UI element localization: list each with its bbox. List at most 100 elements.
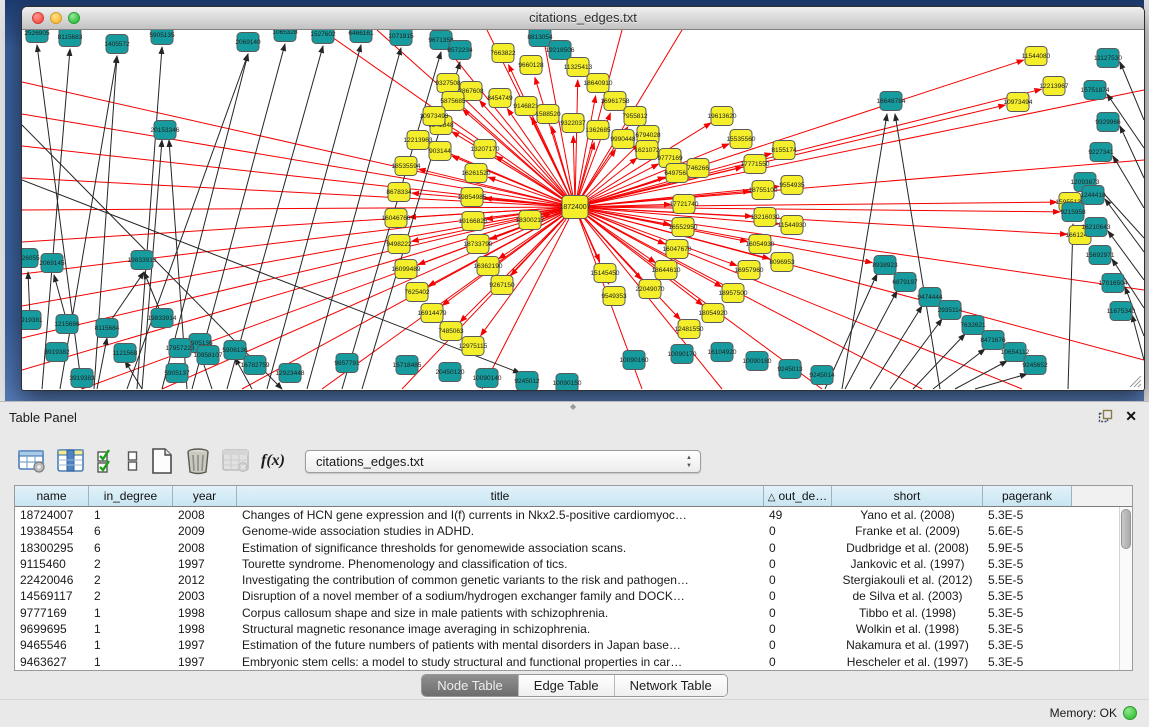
cell-pagerank[interactable]: 5.3E-5: [983, 605, 1072, 621]
graph-node[interactable]: 7485063: [438, 322, 464, 341]
graph-node[interactable]: 16054930: [746, 235, 775, 254]
table-row[interactable]: 1872400712008Changes of HCN gene express…: [15, 507, 1132, 523]
graph-node[interactable]: 18054920: [699, 304, 728, 323]
graph-node[interactable]: 1065328: [272, 30, 298, 42]
graph-node[interactable]: 18724007: [559, 196, 590, 219]
cell-title[interactable]: Embryonic stem cells: a model to study s…: [237, 654, 764, 670]
graph-node[interactable]: 1215686: [54, 315, 80, 334]
cell-in_degree[interactable]: 2: [89, 572, 173, 588]
cell-title[interactable]: Estimation of significance thresholds fo…: [237, 540, 764, 556]
cell-out_de[interactable]: 0: [764, 523, 832, 539]
graph-node[interactable]: 19613620: [708, 107, 737, 126]
tab-network-table[interactable]: Network Table: [614, 675, 727, 696]
graph-node[interactable]: 18733790: [464, 235, 493, 254]
cell-year[interactable]: 1998: [173, 621, 237, 637]
cell-pagerank[interactable]: 5.3E-5: [983, 621, 1072, 637]
cell-out_de[interactable]: 0: [764, 572, 832, 588]
graph-node[interactable]: 10090150: [553, 374, 582, 391]
graph-node[interactable]: 3919383: [69, 369, 95, 388]
cell-name[interactable]: 9777169: [15, 605, 89, 621]
table-row[interactable]: 2242004622012Investigating the contribut…: [15, 572, 1132, 588]
graph-node[interactable]: 16047670: [663, 240, 692, 259]
cell-name[interactable]: 9465546: [15, 637, 89, 653]
cell-pagerank[interactable]: 5.9E-5: [983, 540, 1072, 556]
graph-node[interactable]: 15692971: [1086, 246, 1115, 265]
graph-node[interactable]: 12213967: [1040, 77, 1069, 96]
graph-node[interactable]: 2526905: [24, 30, 50, 43]
graph-node[interactable]: 16046766: [382, 209, 411, 228]
graph-node[interactable]: 9329966: [1095, 113, 1121, 132]
graph-node[interactable]: 11544930: [778, 216, 807, 235]
graph-node[interactable]: 9245652: [1022, 356, 1048, 375]
graph-node[interactable]: 5906136: [222, 341, 248, 360]
graph-node[interactable]: 18644610: [652, 261, 681, 280]
graph-node[interactable]: 22049070: [636, 280, 665, 299]
graph-node[interactable]: 5905137: [164, 364, 190, 383]
cell-in_degree[interactable]: 1: [89, 507, 173, 523]
graph-node[interactable]: 15751874: [1081, 81, 1110, 100]
graph-node[interactable]: 19833914: [148, 309, 177, 328]
cell-year[interactable]: 2003: [173, 588, 237, 604]
graph-node[interactable]: 8572234: [447, 41, 473, 60]
cell-title[interactable]: Investigating the contribution of common…: [237, 572, 764, 588]
graph-node[interactable]: 10973493: [420, 107, 449, 126]
cell-pagerank[interactable]: 5.6E-5: [983, 523, 1072, 539]
graph-node[interactable]: 8678334: [386, 183, 412, 202]
graph-node[interactable]: 9227341: [1088, 143, 1114, 162]
cell-in_degree[interactable]: 1: [89, 621, 173, 637]
graph-node[interactable]: 12975115: [459, 337, 488, 356]
cell-title[interactable]: Genome-wide association studies in ADHD.: [237, 523, 764, 539]
graph-node[interactable]: 15535560: [727, 130, 756, 149]
graph-node[interactable]: 17771550: [741, 155, 770, 174]
graph-node[interactable]: 12923448: [276, 364, 305, 383]
graph-node[interactable]: 9245013: [777, 360, 803, 379]
cell-out_de[interactable]: 0: [764, 654, 832, 670]
cell-short[interactable]: Hescheler et al. (1997): [832, 654, 983, 670]
graph-node[interactable]: 10090180: [743, 352, 772, 371]
cell-title[interactable]: Structural magnetic resonance image aver…: [237, 621, 764, 637]
graph-node[interactable]: 13216030: [751, 208, 780, 227]
graph-node[interactable]: 19833913: [128, 251, 157, 270]
graph-node[interactable]: 16099489: [392, 260, 421, 279]
table-row[interactable]: 911546021997Tourette syndrome. Phenomeno…: [15, 556, 1132, 572]
close-panel-icon[interactable]: ✕: [1125, 408, 1137, 424]
graph-node[interactable]: 7632621: [960, 316, 986, 335]
cell-out_de[interactable]: 0: [764, 605, 832, 621]
table-row[interactable]: 977716911998Corpus callosum shape and si…: [15, 605, 1132, 621]
cell-short[interactable]: Yano et al. (2008): [832, 507, 983, 523]
graph-node[interactable]: 1244418: [1080, 186, 1106, 205]
scrollbar-thumb[interactable]: [1121, 509, 1131, 549]
graph-node[interactable]: 19218506: [546, 41, 575, 60]
cell-title[interactable]: Corpus callosum shape and size in male p…: [237, 605, 764, 621]
graph-node[interactable]: 9498222: [386, 235, 412, 254]
cell-short[interactable]: Nakamura et al. (1997): [832, 637, 983, 653]
graph-node[interactable]: 18640910: [584, 74, 613, 93]
graph-node[interactable]: 11675340: [1107, 302, 1136, 321]
graph-node[interactable]: 16782759: [241, 356, 270, 375]
table-row[interactable]: 1938455462009Genome-wide association stu…: [15, 523, 1132, 539]
cell-in_degree[interactable]: 1: [89, 605, 173, 621]
cell-name[interactable]: 14569117: [15, 588, 89, 604]
tab-edge-table[interactable]: Edge Table: [518, 675, 614, 696]
graph-node[interactable]: 16210643: [1082, 218, 1111, 237]
function-builder-icon[interactable]: f(x): [261, 452, 285, 470]
cell-year[interactable]: 1997: [173, 637, 237, 653]
cell-name[interactable]: 18724007: [15, 507, 89, 523]
window-minimize-button[interactable]: [50, 12, 62, 24]
graph-node[interactable]: 8096953: [769, 253, 795, 272]
table-row[interactable]: 946362711997Embryonic stem cells: a mode…: [15, 654, 1132, 670]
graph-node[interactable]: 19166825: [459, 212, 488, 231]
tab-node-table[interactable]: Node Table: [422, 675, 518, 696]
graph-node[interactable]: 10090170: [668, 345, 697, 364]
cell-year[interactable]: 2012: [173, 572, 237, 588]
graph-node[interactable]: 16648784: [877, 92, 906, 111]
graph-node[interactable]: 8454749: [487, 89, 513, 108]
cell-short[interactable]: Wolkin et al. (1998): [832, 621, 983, 637]
cell-out_de[interactable]: 0: [764, 637, 832, 653]
graph-node[interactable]: 19854985: [458, 188, 487, 207]
cell-out_de[interactable]: 0: [764, 621, 832, 637]
cell-short[interactable]: de Silva et al. (2003): [832, 588, 983, 604]
cell-year[interactable]: 1998: [173, 605, 237, 621]
cell-name[interactable]: 9115460: [15, 556, 89, 572]
graph-node[interactable]: 2069140: [235, 33, 261, 52]
